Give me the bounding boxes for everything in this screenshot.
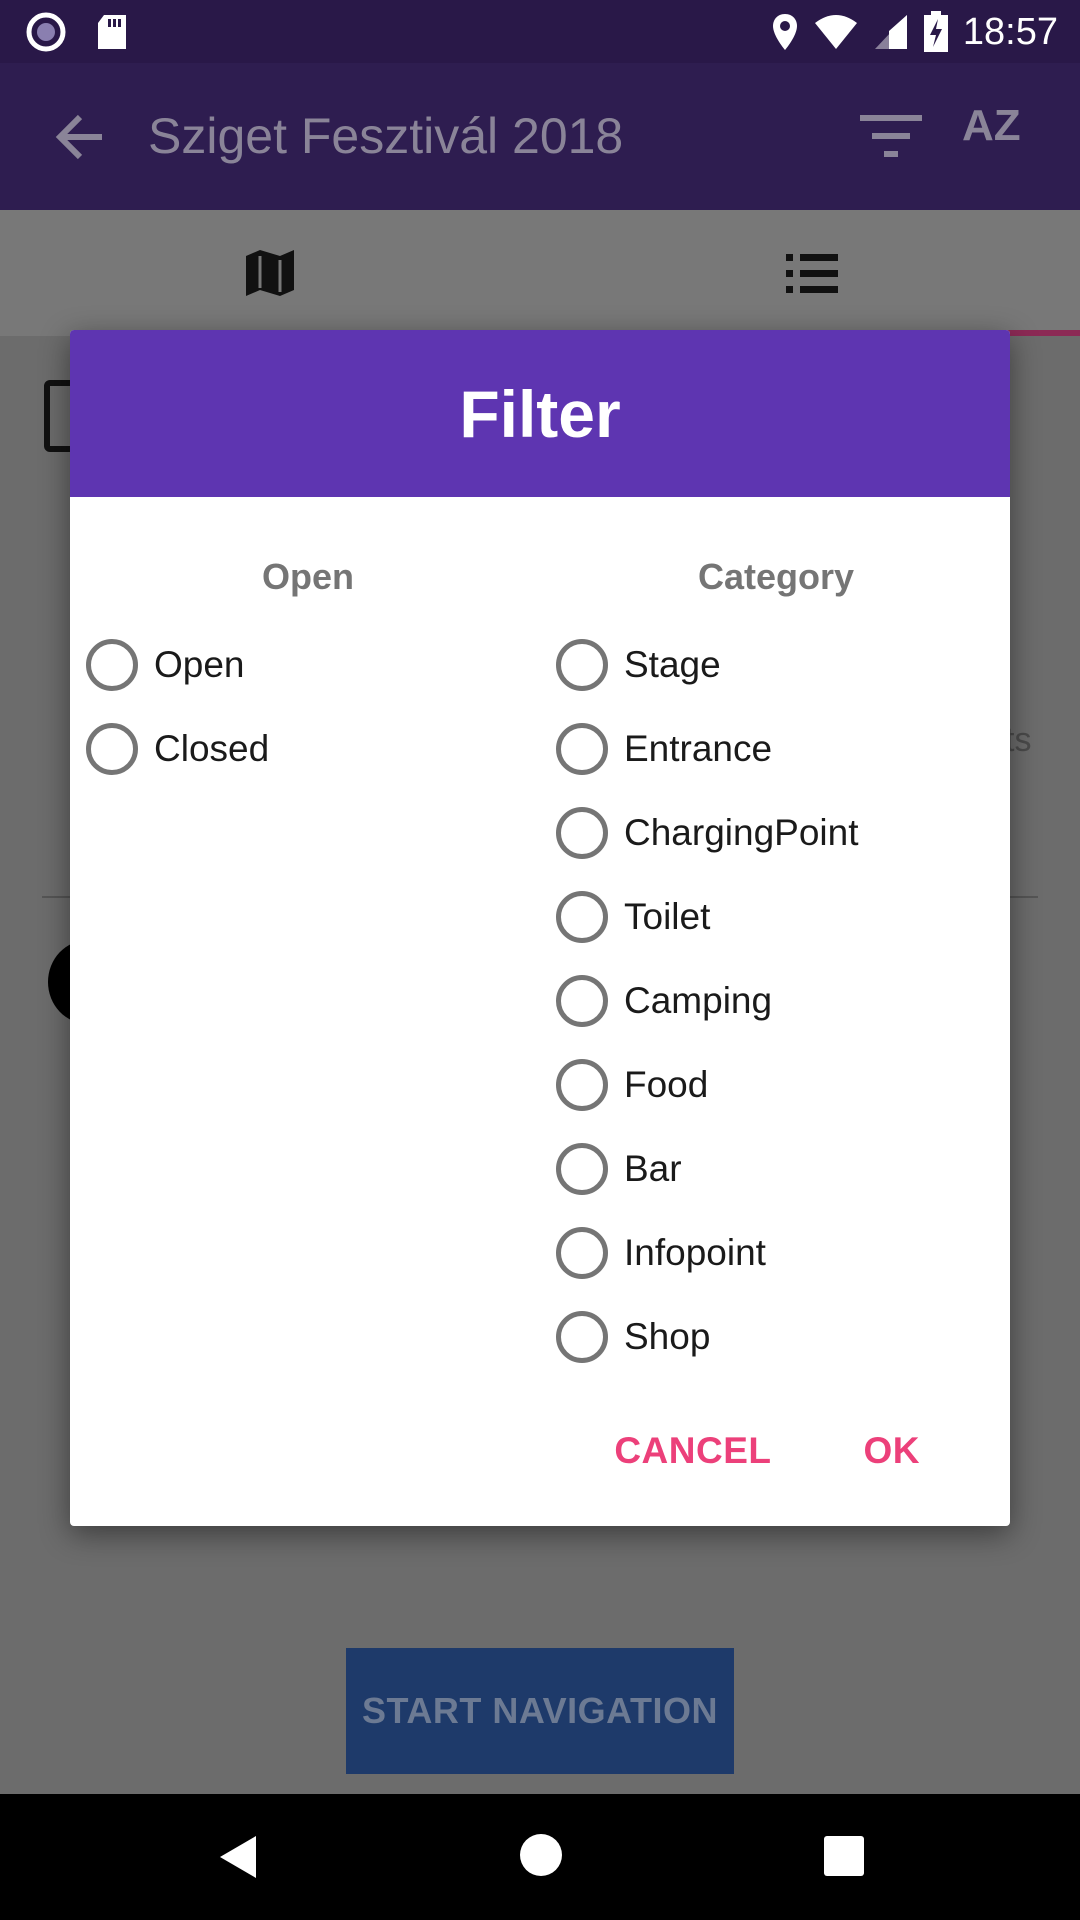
app-bar: Sziget Fesztivál 2018 AZ: [0, 63, 1080, 210]
radio-circle-icon[interactable]: [556, 639, 608, 691]
radio-circle-icon[interactable]: [556, 807, 608, 859]
radio-closed[interactable]: Closed: [86, 719, 269, 779]
list-icon[interactable]: [786, 252, 838, 296]
sd-card-icon: [98, 15, 126, 49]
radio-shop[interactable]: Shop: [556, 1307, 710, 1367]
radio-entrance[interactable]: Entrance: [556, 719, 772, 779]
open-column-heading: Open: [262, 556, 355, 597]
radio-label: Camping: [624, 980, 773, 1021]
sort-az-icon[interactable]: AZ: [962, 101, 1021, 151]
filter-dialog: Filter Open Category Open Closed Stage E…: [70, 330, 1010, 1526]
radio-circle-icon[interactable]: [556, 1143, 608, 1195]
radio-label: Food: [624, 1064, 709, 1105]
radio-label: Bar: [624, 1148, 682, 1189]
clock: 18:57: [962, 10, 1058, 53]
radio-circle-icon[interactable]: [556, 891, 608, 943]
radio-circle-icon[interactable]: [556, 723, 608, 775]
radio-bar[interactable]: Bar: [556, 1139, 682, 1199]
nav-recents-icon[interactable]: [824, 1836, 864, 1876]
radio-label: Open: [154, 644, 245, 685]
dialog-actions: CANCEL OK: [614, 1430, 920, 1472]
radio-circle-icon[interactable]: [86, 723, 138, 775]
category-column-heading: Category: [698, 556, 855, 597]
radio-camping[interactable]: Camping: [556, 971, 772, 1031]
status-bar: 18:57: [0, 0, 1080, 63]
back-arrow-icon[interactable]: [52, 109, 108, 165]
tab-bar: [0, 210, 1080, 336]
nav-home-icon[interactable]: [520, 1834, 562, 1876]
radio-chargingpoint[interactable]: ChargingPoint: [556, 803, 858, 863]
radio-label: Toilet: [624, 896, 711, 937]
radio-label: Shop: [624, 1316, 711, 1357]
radio-food[interactable]: Food: [556, 1055, 708, 1115]
radio-label: Stage: [624, 644, 721, 685]
battery-charging-icon: [923, 11, 948, 52]
dialog-title: Filter: [70, 330, 1010, 497]
ok-button[interactable]: OK: [864, 1430, 921, 1472]
radio-circle-icon[interactable]: [556, 975, 608, 1027]
wifi-icon: [814, 15, 857, 49]
radio-open[interactable]: Open: [86, 635, 245, 695]
radio-toilet[interactable]: Toilet: [556, 887, 710, 947]
radio-circle-icon[interactable]: [556, 1311, 608, 1363]
record-icon: [26, 12, 66, 52]
radio-label: Entrance: [624, 728, 773, 769]
radio-circle-icon[interactable]: [86, 639, 138, 691]
radio-infopoint[interactable]: Infopoint: [556, 1223, 766, 1283]
page-title: Sziget Fesztivál 2018: [148, 108, 624, 164]
radio-label: Infopoint: [624, 1232, 766, 1273]
filter-icon[interactable]: [860, 113, 922, 159]
start-navigation-button[interactable]: START NAVIGATION: [346, 1648, 734, 1774]
nav-back-icon[interactable]: [218, 1834, 258, 1880]
location-icon: [772, 14, 797, 50]
radio-label: ChargingPoint: [624, 812, 859, 853]
radio-label: Closed: [154, 728, 270, 769]
cancel-button[interactable]: CANCEL: [614, 1430, 771, 1472]
radio-circle-icon[interactable]: [556, 1059, 608, 1111]
signal-icon: [874, 15, 907, 49]
map-icon[interactable]: [244, 248, 296, 298]
radio-stage[interactable]: Stage: [556, 635, 721, 695]
system-nav-bar: [0, 1794, 1080, 1920]
radio-circle-icon[interactable]: [556, 1227, 608, 1279]
